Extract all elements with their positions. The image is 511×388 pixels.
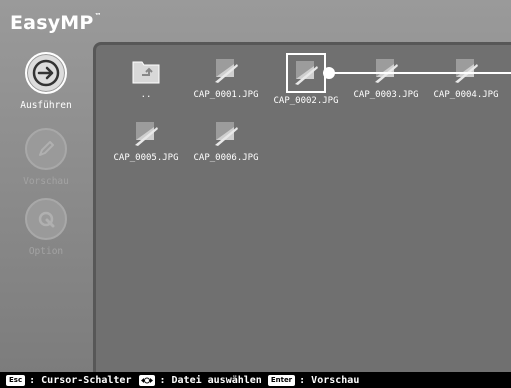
- file-item[interactable]: CAP_0006.JPG: [186, 118, 266, 163]
- easymp-logo: EasyMP™: [10, 12, 102, 34]
- selection-callout-dot: [323, 67, 335, 79]
- preview-label: Vorschau: [23, 176, 69, 187]
- file-item[interactable]: CAP_0001.JPG: [186, 55, 266, 100]
- file-item-selected[interactable]: CAP_0002.JPG: [266, 53, 346, 106]
- execute-label: Ausführen: [20, 100, 72, 111]
- arrow-keys-icon: [139, 374, 156, 386]
- selection-callout-line: [330, 72, 511, 74]
- image-file-icon: [210, 55, 242, 87]
- status-bar: Esc : Cursor-Schalter : Datei auswählen …: [0, 372, 511, 388]
- file-item[interactable]: CAP_0003.JPG: [346, 55, 426, 100]
- arrows-hint: : Datei auswählen: [159, 374, 262, 386]
- wrench-icon: [25, 198, 67, 240]
- enter-hint: : Vorschau: [299, 374, 360, 386]
- sidebar: Ausführen Vorschau Option: [0, 40, 92, 372]
- parent-folder-icon: [130, 55, 162, 87]
- file-item-parent[interactable]: ..: [106, 55, 186, 100]
- option-button[interactable]: Option: [0, 198, 92, 257]
- image-file-icon: [130, 118, 162, 150]
- esc-key-badge: Esc: [6, 374, 26, 386]
- file-item[interactable]: CAP_0004.JPG: [426, 55, 506, 100]
- image-file-icon: [370, 55, 402, 87]
- pencil-icon: [25, 128, 67, 170]
- file-item[interactable]: CAP_0005.JPG: [106, 118, 186, 163]
- image-file-icon: [210, 118, 242, 150]
- option-label: Option: [28, 246, 64, 257]
- enter-key-badge: Enter: [267, 374, 296, 386]
- easymp-window: EasyMP™ Ausführen Vorschau Option .. CAP…: [0, 0, 511, 388]
- image-file-icon: [286, 53, 326, 93]
- preview-button[interactable]: Vorschau: [0, 128, 92, 187]
- image-file-icon: [450, 55, 482, 87]
- arrow-right-icon: [25, 52, 67, 94]
- esc-hint: : Cursor-Schalter: [29, 374, 132, 386]
- execute-button[interactable]: Ausführen: [0, 52, 92, 111]
